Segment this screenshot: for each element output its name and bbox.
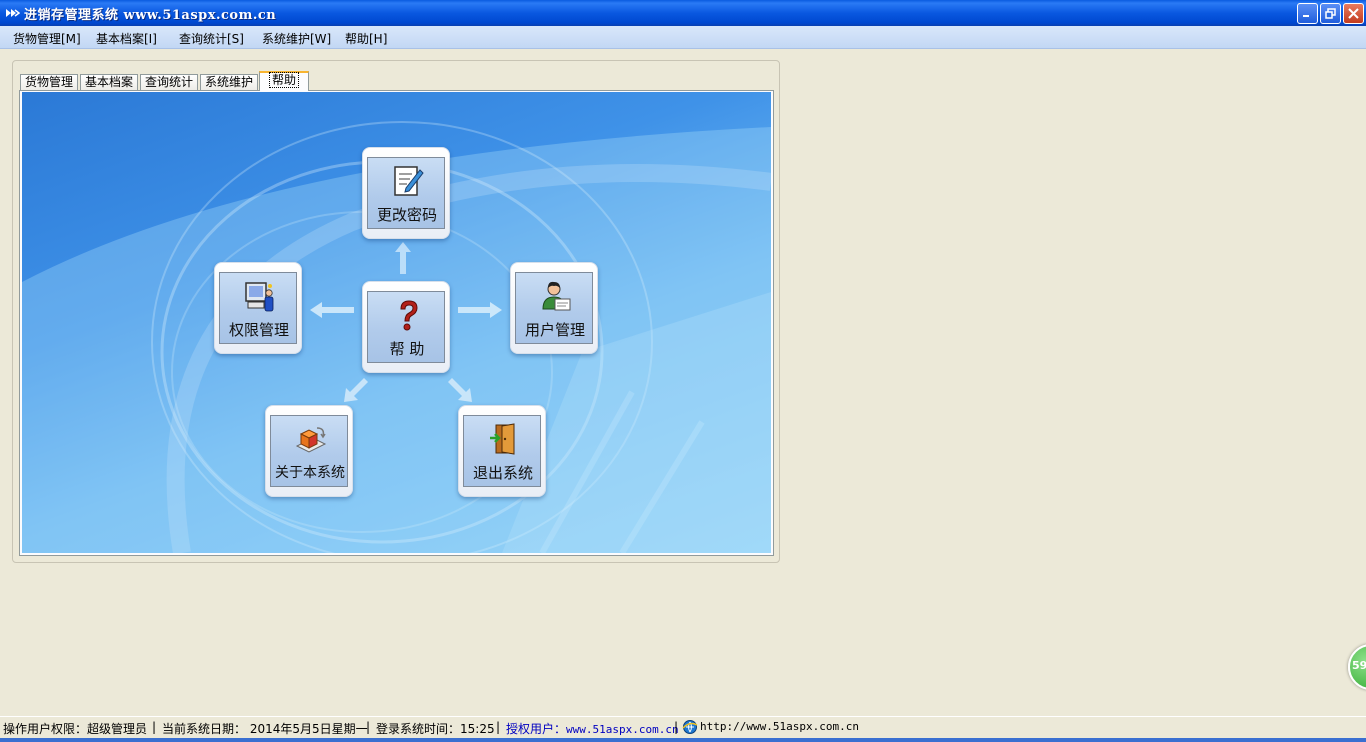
app-icon	[6, 9, 20, 17]
menu-system-maintenance[interactable]: 系统维护[W]	[262, 30, 331, 47]
status-licensed-user[interactable]: 授权用户：www.51aspx.com.cn	[506, 720, 679, 737]
tab-help[interactable]: 帮助	[259, 71, 309, 91]
close-icon	[1348, 8, 1359, 19]
box-icon	[295, 427, 327, 453]
arrow-down-left-icon	[344, 378, 368, 402]
tab-query-statistics[interactable]: 查询统计	[140, 74, 198, 91]
status-licensed-value: www.51aspx.com.cn	[566, 723, 679, 736]
minimize-icon	[1303, 15, 1309, 17]
floating-widget-counter: 59	[1352, 659, 1366, 672]
user-card-icon	[542, 281, 571, 311]
exit-door-icon	[490, 423, 515, 455]
tab-system-maintenance[interactable]: 系统维护	[200, 74, 258, 91]
user-management-label: 用户管理	[524, 321, 585, 339]
status-date-value: 2014年5月5日星期一	[249, 722, 368, 736]
tab-help-label: 帮助	[268, 72, 299, 88]
help-label: 帮 助	[389, 340, 425, 358]
change-password-button[interactable]: 更改密码	[362, 147, 450, 239]
permission-management-face: 权限管理	[219, 272, 297, 344]
close-button[interactable]	[1343, 3, 1364, 24]
status-permission: 操作用户权限：超级管理员	[3, 720, 147, 737]
restore-icon	[1325, 8, 1336, 19]
permission-management-button[interactable]: 权限管理	[214, 262, 302, 354]
window-title: 进销存管理系统 www.51aspx.com.cn	[24, 8, 277, 23]
about-system-face: 关于本系统	[270, 415, 348, 487]
status-licensed-label: 授权用户：	[506, 722, 567, 736]
arrow-left-icon	[310, 302, 354, 318]
permission-management-label: 权限管理	[228, 321, 289, 339]
status-divider: |	[152, 720, 157, 734]
ie-globe-icon	[682, 720, 698, 734]
change-password-label: 更改密码	[376, 206, 437, 224]
edit-document-icon	[394, 166, 424, 196]
tab-goods-management[interactable]: 货物管理	[20, 74, 78, 91]
exit-system-button[interactable]: 退出系统	[458, 405, 546, 497]
about-system-button[interactable]: 关于本系统	[265, 405, 353, 497]
question-mark-icon	[400, 300, 418, 331]
taskbar-edge	[0, 738, 1366, 742]
status-bar: 操作用户权限：超级管理员 | 当前系统日期： 2014年5月5日星期一 | 登录…	[0, 716, 1366, 738]
computer-user-icon	[245, 282, 274, 312]
user-management-face: 用户管理	[515, 272, 593, 344]
status-url-link[interactable]: http://www.51aspx.com.cn	[700, 720, 859, 733]
status-login-time: 登录系统时间：15:25	[376, 720, 495, 737]
status-divider: |	[366, 720, 371, 734]
menu-goods-management[interactable]: 货物管理[M]	[13, 30, 81, 47]
tab-basic-records[interactable]: 基本档案	[80, 74, 138, 91]
status-divider: |	[674, 720, 679, 734]
arrow-right-icon	[458, 302, 502, 318]
status-date: 当前系统日期： 2014年5月5日星期一	[162, 720, 368, 737]
restore-button[interactable]	[1320, 3, 1341, 24]
help-canvas: 更改密码 权限管理 帮 助 用户管理 关于本系统 退出系统	[22, 92, 771, 553]
status-permission-value: 超级管理员	[87, 722, 148, 736]
menu-help[interactable]: 帮助[H]	[345, 30, 387, 47]
minimize-button[interactable]	[1297, 3, 1318, 24]
help-face: 帮 助	[367, 291, 445, 363]
help-button[interactable]: 帮 助	[362, 281, 450, 373]
status-time-label: 登录系统时间：	[376, 722, 461, 736]
exit-system-label: 退出系统	[472, 464, 533, 482]
menu-bar: 货物管理[M] 基本档案[I] 查询统计[S] 系统维护[W] 帮助[H]	[0, 26, 1366, 49]
status-time-value: 15:25	[460, 722, 495, 736]
user-management-button[interactable]: 用户管理	[510, 262, 598, 354]
status-date-label: 当前系统日期：	[162, 722, 247, 736]
exit-system-face: 退出系统	[463, 415, 541, 487]
status-permission-label: 操作用户权限：	[3, 722, 88, 736]
menu-query-statistics[interactable]: 查询统计[S]	[179, 30, 244, 47]
change-password-face: 更改密码	[367, 157, 445, 229]
status-divider: |	[496, 720, 501, 734]
title-bar: 进销存管理系统 www.51aspx.com.cn	[0, 0, 1366, 26]
arrow-up-icon	[395, 242, 411, 274]
arrow-down-right-icon	[448, 378, 472, 402]
menu-basic-records[interactable]: 基本档案[I]	[96, 30, 157, 47]
about-system-label: 关于本系统	[275, 465, 345, 481]
